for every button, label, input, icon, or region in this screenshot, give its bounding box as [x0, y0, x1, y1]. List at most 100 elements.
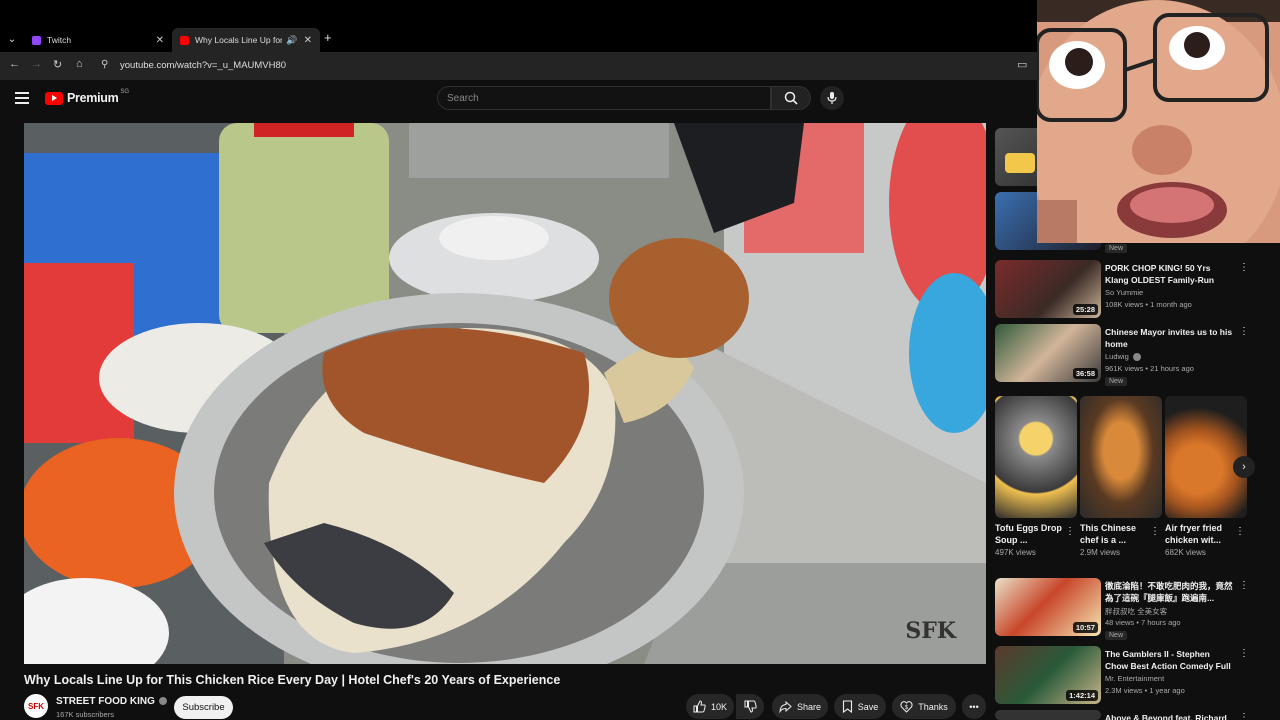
home-icon[interactable]: ⌂: [76, 58, 83, 70]
cast-icon[interactable]: ▭: [1017, 58, 1027, 71]
youtube-header: Premium SG Search: [0, 80, 1040, 118]
share-button[interactable]: Share: [772, 694, 828, 719]
screen: { "browser": { "tabs": [ {"title": "Twit…: [0, 0, 1280, 720]
more-dots-icon: •••: [969, 701, 979, 712]
list-item[interactable]: 10:57 徹底淪陷！不敢吃肥肉的我，竟然為了這碗『腿庫飯』跑遍南... 胖叔叔…: [995, 578, 1250, 640]
verified-icon: [1132, 353, 1141, 362]
short-item[interactable]: Tofu Eggs Drop Soup ... 497K views ⋮: [995, 396, 1077, 557]
short-thumbnail[interactable]: [1165, 396, 1247, 518]
more-options-icon[interactable]: ⋮: [1239, 262, 1249, 273]
video-title[interactable]: 徹底淪陷！不敢吃肥肉的我，竟然為了這碗『腿庫飯』跑遍南...: [1105, 580, 1235, 604]
speaker-icon[interactable]: 🔊: [286, 35, 297, 46]
save-button[interactable]: Save: [834, 694, 886, 719]
microphone-icon: [827, 92, 837, 104]
new-badge: New: [1105, 244, 1128, 253]
thanks-label: Thanks: [918, 701, 948, 712]
more-options-icon[interactable]: ⋮: [1239, 712, 1249, 720]
view-meta: 2.3M views • 1 year ago: [1105, 686, 1185, 695]
video-title: Why Locals Line Up for This Chicken Rice…: [24, 673, 561, 687]
reload-icon[interactable]: ↻: [53, 58, 62, 71]
webcam-face-image: [1037, 0, 1280, 243]
list-item[interactable]: 36:58 Chinese Mayor invites us to his ho…: [995, 324, 1250, 386]
more-options-icon[interactable]: ⋮: [1150, 526, 1160, 537]
tab-youtube[interactable]: Why Locals Line Up for This Chicken Rice…: [172, 28, 320, 52]
more-options-icon[interactable]: ⋮: [1239, 580, 1249, 591]
thanks-button[interactable]: $ Thanks: [892, 694, 956, 719]
thanks-heart-dollar-icon: $: [900, 701, 913, 713]
voice-search-button[interactable]: [820, 86, 844, 110]
svg-text:$: $: [905, 704, 909, 711]
browser-tab-bar: ⌄ Twitch ✕ Why Locals Line Up for This C…: [0, 26, 1040, 52]
address-bar: ← → ↻ ⌂ ⚲ youtube.com/watch?v=_u_MAUMVH8…: [0, 52, 1040, 80]
view-meta: 48 views • 7 hours ago: [1105, 618, 1181, 627]
more-options-icon[interactable]: ⋮: [1065, 526, 1075, 537]
video-frame: [24, 123, 986, 664]
view-meta: 961K views • 21 hours ago: [1105, 364, 1194, 373]
list-item[interactable]: 1:42:14 The Gamblers II - Stephen Chow B…: [995, 646, 1250, 708]
video-thumbnail[interactable]: 10:57: [995, 578, 1101, 636]
channel-name[interactable]: STREET FOOD KING: [56, 696, 167, 707]
video-thumbnail[interactable]: 25:28: [995, 260, 1101, 318]
view-meta: 108K views • 1 month ago: [1105, 300, 1192, 309]
video-thumbnail[interactable]: 1:42:14: [995, 646, 1101, 704]
like-count: 10K: [710, 701, 727, 712]
short-title[interactable]: This Chinese chef is a ...: [1080, 522, 1150, 546]
more-options-icon[interactable]: ⋮: [1235, 526, 1245, 537]
new-tab-icon[interactable]: +: [324, 30, 332, 45]
short-thumbnail[interactable]: [995, 396, 1077, 518]
thumbs-up-icon: [693, 700, 706, 713]
video-title[interactable]: Chinese Mayor invites us to his home: [1105, 326, 1235, 350]
window-top-bar: [0, 0, 1040, 26]
subscribe-button[interactable]: Subscribe: [174, 696, 233, 719]
share-label: Share: [796, 701, 822, 712]
channel-name-text: STREET FOOD KING: [56, 696, 155, 707]
short-item[interactable]: Air fryer fried chicken wit... 682K view…: [1165, 396, 1247, 557]
more-actions-button[interactable]: •••: [962, 694, 986, 719]
twitch-favicon-icon: [32, 35, 41, 45]
video-player[interactable]: SFK: [24, 123, 986, 664]
duration-badge: 1:42:14: [1066, 690, 1098, 701]
dislike-button[interactable]: [736, 694, 764, 719]
short-thumbnail[interactable]: [1080, 396, 1162, 518]
bookmark-icon: [842, 700, 852, 713]
youtube-logo[interactable]: Premium SG: [45, 89, 129, 105]
video-thumbnail[interactable]: 36:58: [995, 324, 1101, 382]
youtube-play-icon: [45, 91, 63, 105]
close-tab-icon[interactable]: ✕: [304, 35, 312, 46]
channel-avatar[interactable]: SFK: [24, 694, 48, 718]
tab-twitch[interactable]: Twitch ✕: [24, 28, 172, 52]
new-badge: New: [1105, 631, 1128, 640]
site-info-icon[interactable]: ⚲: [101, 59, 108, 70]
share-icon: [779, 700, 792, 713]
more-options-icon[interactable]: ⋮: [1239, 648, 1249, 659]
close-tab-icon[interactable]: ✕: [156, 35, 164, 46]
short-title[interactable]: Tofu Eggs Drop Soup ...: [995, 522, 1065, 546]
channel-name[interactable]: So Yummie: [1105, 288, 1143, 297]
hamburger-menu-icon[interactable]: [15, 92, 29, 107]
video-title[interactable]: Above & Beyond feat. Richard: [1105, 712, 1235, 720]
back-arrow-icon[interactable]: ←: [9, 58, 20, 70]
video-thumbnail[interactable]: [995, 710, 1101, 720]
short-views: 2.9M views: [1080, 548, 1121, 557]
search-button[interactable]: [771, 86, 811, 110]
like-button[interactable]: 10K: [686, 694, 734, 719]
video-title[interactable]: PORK CHOP KING! 50 Yrs Klang OLDEST Fami…: [1105, 262, 1235, 286]
forward-arrow-icon[interactable]: →: [31, 58, 42, 70]
channel-name[interactable]: Ludwig: [1105, 352, 1141, 362]
short-views: 682K views: [1165, 548, 1206, 557]
more-options-icon[interactable]: ⋮: [1239, 326, 1249, 337]
list-item[interactable]: 25:28 PORK CHOP KING! 50 Yrs Klang OLDES…: [995, 260, 1250, 322]
channel-name[interactable]: 胖叔叔吃 全美女客: [1105, 606, 1167, 617]
channel-name[interactable]: Mr. Entertainment: [1105, 674, 1164, 683]
url-text[interactable]: youtube.com/watch?v=_u_MAUMVH80: [120, 60, 286, 71]
tab-search-chevron-icon[interactable]: ⌄: [4, 31, 20, 47]
list-item[interactable]: Above & Beyond feat. Richard ⋮: [995, 710, 1250, 720]
shorts-next-button[interactable]: ›: [1233, 456, 1255, 478]
logo-text: Premium: [67, 91, 119, 105]
duration-badge: 25:28: [1072, 304, 1098, 315]
save-label: Save: [857, 701, 879, 712]
search-input[interactable]: Search: [437, 86, 771, 110]
video-title[interactable]: The Gamblers II - Stephen Chow Best Acti…: [1105, 648, 1235, 672]
short-title[interactable]: Air fryer fried chicken wit...: [1165, 522, 1235, 546]
short-item[interactable]: This Chinese chef is a ... 2.9M views ⋮: [1080, 396, 1162, 557]
